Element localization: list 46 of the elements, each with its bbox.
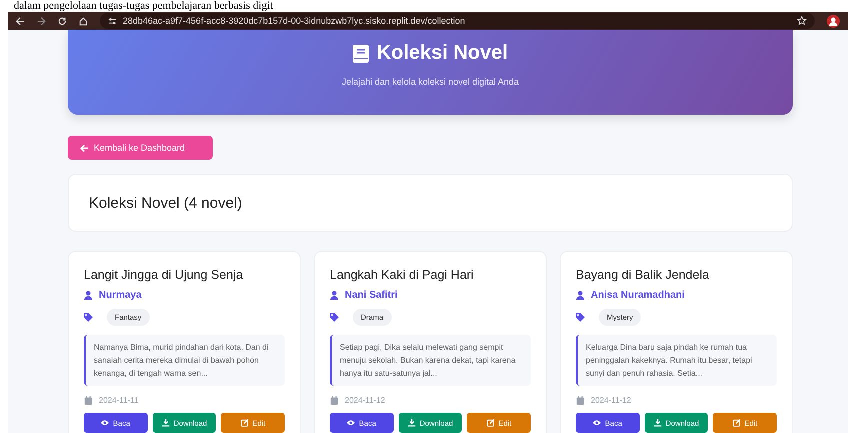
novel-excerpt: Keluarga Dina baru saja pindah ke rumah tua peninggalan kakeknya. Rumah itu besar, tetapi sunyi dan penuh rahasia. Setia... bbox=[576, 335, 777, 386]
user-icon bbox=[330, 291, 339, 300]
url-text: 28db46ac-a9f7-456f-acc8-3920dc7b157d-00-3idnubzwb7lyc.sisko.replit.dev/collection bbox=[123, 16, 466, 26]
profile-avatar[interactable] bbox=[827, 14, 840, 28]
publish-date: 2024-11-12 bbox=[345, 396, 386, 405]
novel-title: Langkah Kaki di Pagi Hari bbox=[330, 268, 475, 282]
novel-title: Langit Jingga di Ujung Senja bbox=[84, 268, 244, 282]
edit-icon bbox=[240, 419, 249, 427]
book-icon bbox=[352, 44, 369, 62]
calendar-icon bbox=[576, 396, 585, 405]
overlay-text: dalam pengelolaan tugas-tugas pembelajaran berbasis digit bbox=[13, 0, 274, 12]
publish-date: 2024-11-11 bbox=[99, 396, 139, 405]
eye-icon bbox=[593, 419, 602, 427]
download-icon bbox=[162, 419, 170, 427]
novel-title: Bayang di Balik Jendela bbox=[576, 268, 710, 282]
home-icon[interactable] bbox=[79, 16, 88, 26]
page-subtitle: Jelajahi dan kelola koleksi novel digital Anda bbox=[342, 77, 520, 87]
novel-excerpt: Setiap pagi, Dika selalu melewati gang sempit menuju sekolah. Bukan karena dekat, tapi karena hanya itu satu-satunya jal... bbox=[330, 335, 531, 386]
calendar-icon bbox=[84, 396, 93, 405]
edit-icon bbox=[486, 419, 495, 427]
arrow-left-icon bbox=[80, 144, 89, 152]
tag-icon bbox=[330, 313, 339, 322]
collection-title: Koleksi Novel (4 novel) bbox=[89, 194, 242, 212]
calendar-icon bbox=[330, 396, 339, 405]
forward-icon[interactable] bbox=[37, 16, 46, 26]
author-name: Nurmaya bbox=[99, 290, 142, 301]
user-icon bbox=[84, 291, 93, 300]
novel-excerpt: Namanya Bima, murid pindahan dari kota. Dan di sanalah cerita mereka dimulai di bawah pohon kenanga, di tengah warna sen... bbox=[84, 335, 285, 386]
address-bar[interactable]: 28db46ac-a9f7-456f-acc8-3920dc7b157d-00-3idnubzwb7lyc.sisko.replit.dev/collection bbox=[100, 13, 815, 29]
eye-icon bbox=[101, 419, 110, 427]
download-icon bbox=[408, 419, 416, 427]
author-name: Nani Safitri bbox=[345, 290, 398, 301]
back-icon[interactable] bbox=[16, 16, 25, 26]
edit-icon bbox=[732, 419, 741, 427]
tag-icon bbox=[576, 313, 585, 322]
back-button[interactable]: Kembali ke Dashboard bbox=[68, 136, 213, 160]
eye-icon bbox=[347, 419, 356, 427]
tag-icon bbox=[84, 313, 93, 322]
author-name: Anisa Nuramadhani bbox=[591, 290, 685, 301]
site-settings-icon[interactable] bbox=[108, 16, 117, 26]
publish-date: 2024-11-12 bbox=[591, 396, 632, 405]
user-icon bbox=[576, 291, 585, 300]
reload-icon[interactable] bbox=[58, 16, 67, 26]
star-icon[interactable] bbox=[797, 16, 807, 26]
download-icon bbox=[654, 419, 662, 427]
page-title: Koleksi Novel bbox=[376, 42, 508, 65]
